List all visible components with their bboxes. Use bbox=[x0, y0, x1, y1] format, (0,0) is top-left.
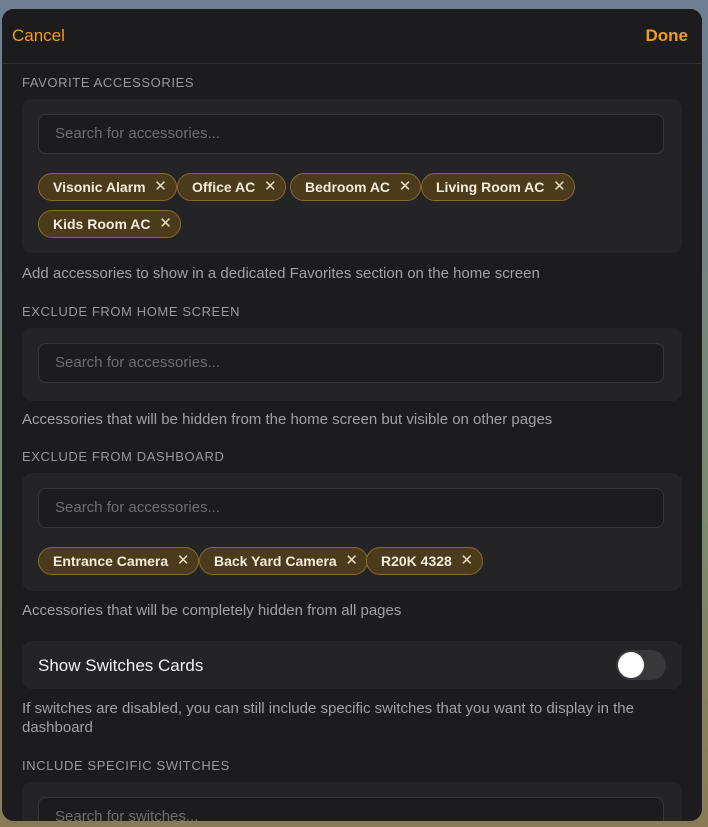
close-icon[interactable]: ✕ bbox=[168, 548, 198, 574]
exclude-home-search-input[interactable]: Search for accessories... bbox=[38, 343, 664, 383]
favorites-section-title: FAVORITE ACCESSORIES bbox=[22, 75, 195, 90]
show-switches-row: Show Switches Cards bbox=[22, 641, 682, 689]
favorite-chip: Office AC ✕ bbox=[177, 173, 287, 201]
exclude-dashboard-card: Search for accessories... Entrance Camer… bbox=[22, 473, 682, 591]
exclude-home-card: Search for accessories... bbox=[22, 328, 682, 401]
close-icon[interactable]: ✕ bbox=[544, 174, 574, 200]
favorites-hint: Add accessories to show in a dedicated F… bbox=[22, 265, 540, 282]
favorites-card: Search for accessories... Visonic Alarm ✕… bbox=[22, 99, 682, 253]
chip-label: Entrance Camera bbox=[53, 553, 169, 569]
chip-label: Office AC bbox=[192, 179, 256, 195]
chip-label: Kids Room AC bbox=[53, 216, 151, 232]
done-button[interactable]: Done bbox=[646, 26, 689, 46]
include-switches-card: Search for switches... bbox=[22, 782, 682, 821]
chip-label: Back Yard Camera bbox=[214, 553, 337, 569]
toggle-knob bbox=[618, 652, 644, 678]
close-icon[interactable]: ✕ bbox=[337, 548, 367, 574]
chip-label: Visonic Alarm bbox=[53, 179, 146, 195]
chip-label: Living Room AC bbox=[436, 179, 545, 195]
favorite-chip: Visonic Alarm ✕ bbox=[38, 173, 177, 201]
close-icon[interactable]: ✕ bbox=[150, 211, 180, 237]
exclude-dashboard-search-input[interactable]: Search for accessories... bbox=[38, 488, 664, 528]
excluded-chip: R20K 4328 ✕ bbox=[366, 547, 483, 575]
exclude-home-section-title: EXCLUDE FROM HOME SCREEN bbox=[22, 304, 241, 319]
include-switches-section-title: INCLUDE SPECIFIC SWITCHES bbox=[22, 758, 230, 773]
show-switches-toggle[interactable] bbox=[616, 650, 666, 680]
chip-label: R20K 4328 bbox=[381, 553, 452, 569]
switches-hint: If switches are disabled, you can still … bbox=[22, 700, 634, 736]
favorites-search-input[interactable]: Search for accessories... bbox=[38, 114, 664, 154]
exclude-home-hint: Accessories that will be hidden from the… bbox=[22, 411, 553, 428]
exclude-dashboard-hint: Accessories that will be completely hidd… bbox=[22, 602, 402, 619]
favorite-chip: Kids Room AC ✕ bbox=[38, 210, 182, 238]
include-switches-search-input[interactable]: Search for switches... bbox=[38, 797, 664, 821]
favorite-chip: Living Room AC ✕ bbox=[421, 173, 576, 201]
excluded-chip: Back Yard Camera ✕ bbox=[199, 547, 368, 575]
close-icon[interactable]: ✕ bbox=[452, 548, 482, 574]
close-icon[interactable]: ✕ bbox=[146, 174, 176, 200]
navigation-bar: Cancel Done bbox=[2, 9, 702, 64]
settings-sheet: Cancel Done FAVORITE ACCESSORIES Search … bbox=[2, 9, 702, 821]
cancel-button[interactable]: Cancel bbox=[12, 26, 65, 46]
close-icon[interactable]: ✕ bbox=[255, 174, 285, 200]
show-switches-label: Show Switches Cards bbox=[38, 656, 204, 675]
favorite-chip: Bedroom AC ✕ bbox=[290, 173, 422, 201]
exclude-dashboard-section-title: EXCLUDE FROM DASHBOARD bbox=[22, 449, 225, 464]
chip-label: Bedroom AC bbox=[305, 179, 391, 195]
excluded-chip: Entrance Camera ✕ bbox=[38, 547, 200, 575]
close-icon[interactable]: ✕ bbox=[390, 174, 420, 200]
